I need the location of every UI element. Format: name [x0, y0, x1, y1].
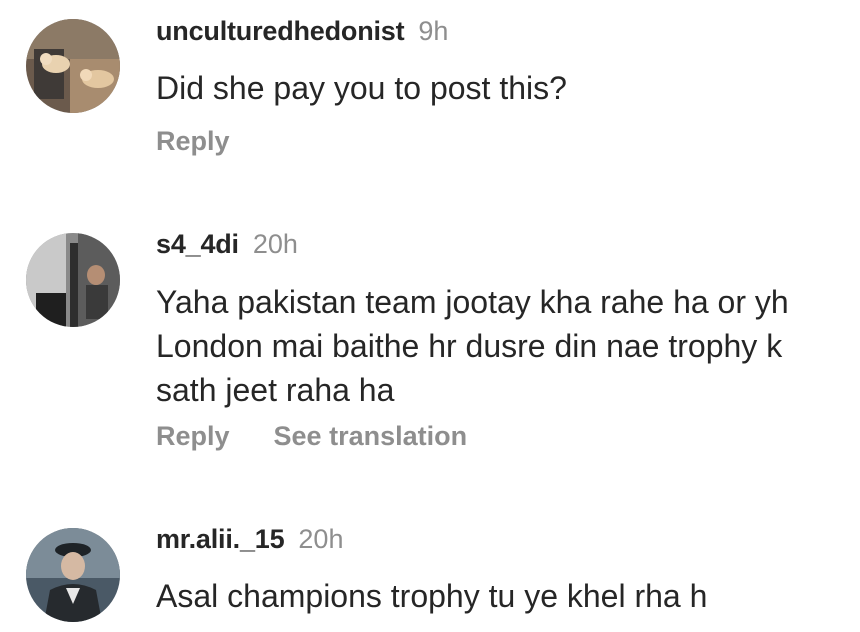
comment-username[interactable]: unculturedhedonist [156, 16, 405, 47]
user-avatar-cats-icon [26, 19, 120, 113]
comment-actions: Reply [156, 126, 230, 157]
see-translation-button[interactable]: See translation [274, 421, 468, 452]
comment-meta: unculturedhedonist 9h [156, 16, 448, 47]
comment-timestamp: 20h [298, 524, 344, 554]
comment-text: Yaha pakistan team jootay kha rahe ha or… [156, 284, 789, 408]
comment-meta: mr.alii._15 20h [156, 524, 343, 555]
comment-timestamp: 9h [418, 16, 449, 46]
comment-username[interactable]: s4_4di [156, 229, 239, 260]
comment-item: unculturedhedonist 9h Did she pay you to… [0, 0, 860, 200]
comment-meta: s4_4di 20h [156, 229, 298, 260]
user-avatar[interactable] [26, 233, 120, 327]
comment-actions: Reply See translation [156, 421, 467, 452]
reply-button[interactable]: Reply [156, 421, 230, 452]
comment-text: Asal champions trophy tu ye khel rha h [156, 578, 708, 614]
user-avatar[interactable] [26, 19, 120, 113]
comment-text: Did she pay you to post this? [156, 70, 567, 106]
reply-button[interactable]: Reply [156, 126, 230, 157]
comment-username[interactable]: mr.alii._15 [156, 524, 285, 555]
comment-timestamp: 20h [252, 229, 298, 259]
user-avatar[interactable] [26, 528, 120, 622]
user-avatar-man-cap-icon [26, 528, 120, 622]
user-avatar-street-icon [26, 233, 120, 327]
